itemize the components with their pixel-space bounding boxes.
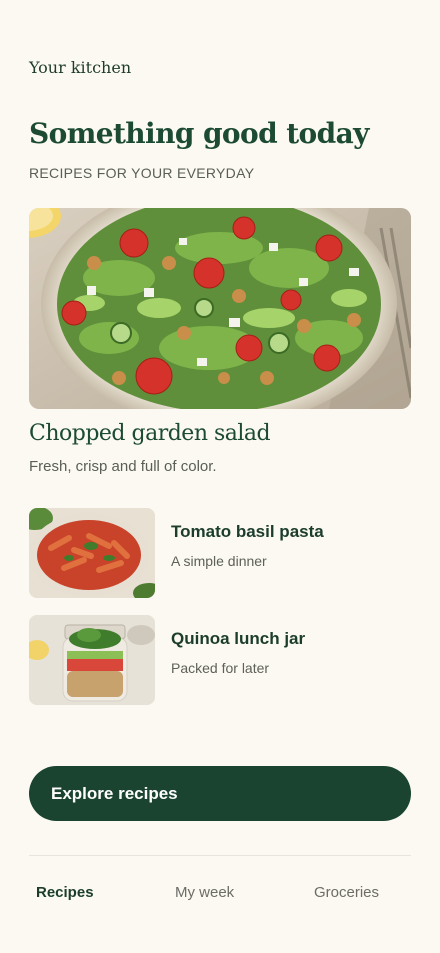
featured-recipe-title[interactable]: Chopped garden salad [29,421,271,446]
recipe-name: Tomato basil pasta [171,522,324,541]
nav-divider [29,855,411,856]
page-subtitle: RECIPES FOR YOUR EVERYDAY [29,165,255,181]
nav-tab-my-week[interactable]: My week [175,884,234,901]
recipe-note: A simple dinner [171,553,267,569]
salad-photo [29,208,411,409]
header-label: Your kitchen [29,58,132,77]
explore-recipes-button[interactable]: Explore recipes [29,766,411,821]
quinoa-jar-photo [29,615,155,705]
recipe-card-quinoa-lunch-jar[interactable]: Quinoa lunch jar Packed for later [29,615,411,705]
recipe-name: Quinoa lunch jar [171,629,306,648]
featured-recipe-description: Fresh, crisp and full of color. [29,458,217,475]
featured-recipe-image[interactable] [29,208,411,409]
page-title: Something good today [29,117,369,150]
nav-tab-groceries[interactable]: Groceries [314,884,379,901]
pasta-photo [29,508,155,598]
recipe-card-tomato-basil-pasta[interactable]: Tomato basil pasta A simple dinner [29,508,411,598]
recipe-thumbnail [29,615,155,705]
recipe-note: Packed for later [171,660,270,676]
nav-tab-recipes[interactable]: Recipes [36,884,94,901]
recipe-thumbnail [29,508,155,598]
